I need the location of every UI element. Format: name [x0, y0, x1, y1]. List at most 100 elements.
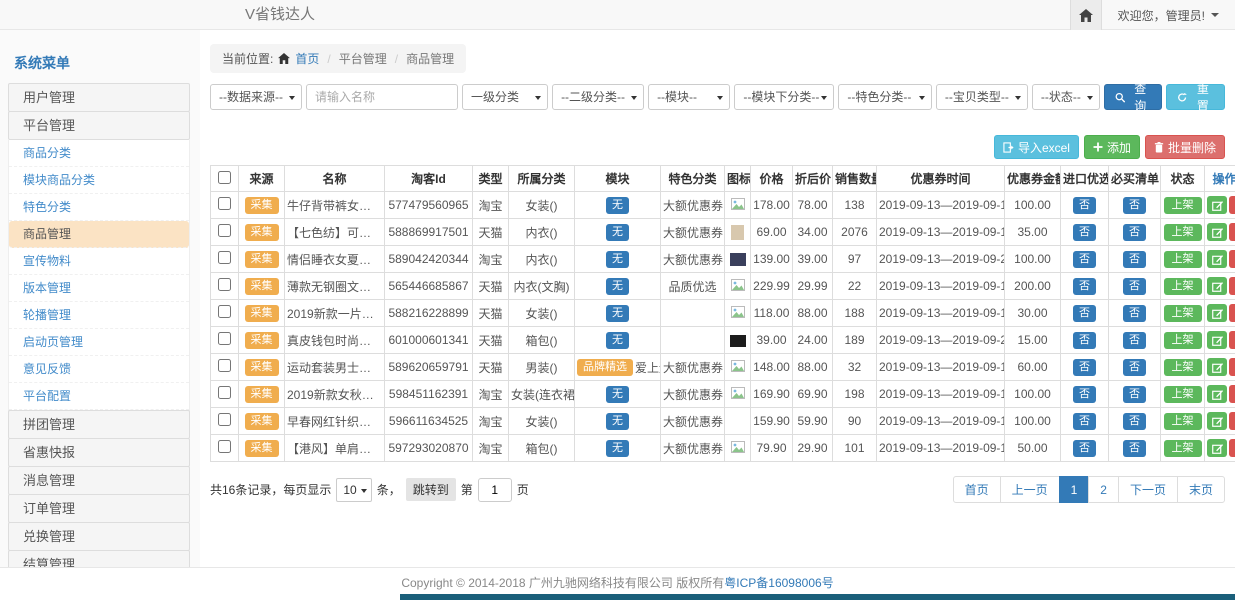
sidebar-group-订单管理[interactable]: 订单管理 [8, 494, 190, 523]
edit-button[interactable] [1207, 196, 1227, 214]
reset-button[interactable]: 重置 [1166, 84, 1225, 110]
row-checkbox[interactable] [218, 197, 231, 210]
jump-to-button[interactable]: 跳转到 [406, 478, 456, 501]
import-select-toggle[interactable]: 否 [1073, 359, 1096, 376]
must-buy-toggle[interactable]: 否 [1123, 359, 1146, 376]
sidebar-item-版本管理[interactable]: 版本管理 [9, 275, 189, 302]
sidebar-item-启动页管理[interactable]: 启动页管理 [9, 329, 189, 356]
delete-button[interactable] [1229, 223, 1235, 241]
import-select-toggle[interactable]: 否 [1073, 224, 1096, 241]
delete-button[interactable] [1229, 439, 1235, 457]
sidebar-item-意见反馈[interactable]: 意见反馈 [9, 356, 189, 383]
sidebar-group-拼团管理[interactable]: 拼团管理 [8, 410, 190, 439]
edit-button[interactable] [1207, 439, 1227, 457]
page-button-末页[interactable]: 末页 [1177, 476, 1225, 503]
import-select-toggle[interactable]: 否 [1073, 278, 1096, 295]
must-buy-toggle[interactable]: 否 [1123, 413, 1146, 430]
delete-button[interactable] [1229, 412, 1235, 430]
level1-category-select[interactable]: 一级分类 [462, 84, 548, 110]
sidebar-group-省惠快报[interactable]: 省惠快报 [8, 438, 190, 467]
import-select-toggle[interactable]: 否 [1073, 305, 1096, 322]
breadcrumb-home-link[interactable]: 首页 [295, 50, 319, 67]
import-select-toggle[interactable]: 否 [1073, 197, 1096, 214]
status-select[interactable]: --状态-- [1032, 84, 1100, 110]
level2-category-select[interactable]: --二级分类-- [552, 84, 644, 110]
must-buy-toggle[interactable]: 否 [1123, 197, 1146, 214]
edit-button[interactable] [1207, 331, 1227, 349]
status-toggle[interactable]: 上架 [1164, 332, 1202, 349]
batch-delete-button[interactable]: 批量删除 [1145, 135, 1225, 159]
status-toggle[interactable]: 上架 [1164, 278, 1202, 295]
must-buy-toggle[interactable]: 否 [1123, 332, 1146, 349]
user-menu[interactable]: 欢迎您，管理员! [1102, 0, 1235, 30]
must-buy-toggle[interactable]: 否 [1123, 278, 1146, 295]
page-button-2[interactable]: 2 [1088, 476, 1119, 503]
row-checkbox[interactable] [218, 224, 231, 237]
per-page-select[interactable]: 10 [336, 478, 371, 502]
import-select-toggle[interactable]: 否 [1073, 332, 1096, 349]
status-toggle[interactable]: 上架 [1164, 386, 1202, 403]
module-sub-category-select[interactable]: --模块下分类-- [734, 84, 834, 110]
sidebar-group-兑换管理[interactable]: 兑换管理 [8, 522, 190, 551]
must-buy-toggle[interactable]: 否 [1123, 386, 1146, 403]
feature-category-select[interactable]: --特色分类-- [838, 84, 932, 110]
edit-button[interactable] [1207, 412, 1227, 430]
delete-button[interactable] [1229, 277, 1235, 295]
row-checkbox[interactable] [218, 386, 231, 399]
row-checkbox[interactable] [218, 413, 231, 426]
import-excel-button[interactable]: 导入excel [994, 135, 1079, 159]
page-button-下一页[interactable]: 下一页 [1118, 476, 1178, 503]
icp-link[interactable]: 粤ICP备16098006号 [724, 576, 833, 590]
must-buy-toggle[interactable]: 否 [1123, 440, 1146, 457]
sidebar-item-轮播管理[interactable]: 轮播管理 [9, 302, 189, 329]
import-select-toggle[interactable]: 否 [1073, 251, 1096, 268]
edit-button[interactable] [1207, 304, 1227, 322]
status-toggle[interactable]: 上架 [1164, 305, 1202, 322]
import-select-toggle[interactable]: 否 [1073, 413, 1096, 430]
select-all-checkbox[interactable] [218, 171, 231, 184]
sidebar-item-平台配置[interactable]: 平台配置 [9, 383, 189, 410]
row-checkbox[interactable] [218, 305, 231, 318]
page-button-上一页[interactable]: 上一页 [1000, 476, 1060, 503]
module-select[interactable]: --模块-- [648, 84, 730, 110]
status-toggle[interactable]: 上架 [1164, 413, 1202, 430]
sidebar-item-商品分类[interactable]: 商品分类 [9, 140, 189, 167]
sidebar-item-宣传物料[interactable]: 宣传物料 [9, 248, 189, 275]
delete-button[interactable] [1229, 250, 1235, 268]
delete-button[interactable] [1229, 358, 1235, 376]
sidebar-item-商品管理[interactable]: 商品管理 [9, 221, 189, 248]
status-toggle[interactable]: 上架 [1164, 224, 1202, 241]
delete-button[interactable] [1229, 331, 1235, 349]
delete-button[interactable] [1229, 385, 1235, 403]
import-select-toggle[interactable]: 否 [1073, 386, 1096, 403]
page-button-首页[interactable]: 首页 [953, 476, 1001, 503]
add-button[interactable]: 添加 [1084, 135, 1140, 159]
page-button-1[interactable]: 1 [1059, 476, 1090, 503]
must-buy-toggle[interactable]: 否 [1123, 251, 1146, 268]
status-toggle[interactable]: 上架 [1164, 251, 1202, 268]
row-checkbox[interactable] [218, 278, 231, 291]
sidebar-item-模块商品分类[interactable]: 模块商品分类 [9, 167, 189, 194]
delete-button[interactable] [1229, 196, 1235, 214]
row-checkbox[interactable] [218, 332, 231, 345]
import-select-toggle[interactable]: 否 [1073, 440, 1096, 457]
delete-button[interactable] [1229, 304, 1235, 322]
edit-button[interactable] [1207, 223, 1227, 241]
status-toggle[interactable]: 上架 [1164, 359, 1202, 376]
edit-button[interactable] [1207, 385, 1227, 403]
home-button[interactable] [1070, 0, 1102, 30]
data-source-select[interactable]: --数据来源-- [210, 84, 302, 110]
edit-button[interactable] [1207, 250, 1227, 268]
status-toggle[interactable]: 上架 [1164, 197, 1202, 214]
row-checkbox[interactable] [218, 440, 231, 453]
item-type-select[interactable]: --宝贝类型-- [936, 84, 1028, 110]
page-number-input[interactable] [478, 478, 512, 502]
sidebar-group-消息管理[interactable]: 消息管理 [8, 466, 190, 495]
sidebar-group-平台管理[interactable]: 平台管理 [8, 111, 190, 140]
row-checkbox[interactable] [218, 359, 231, 372]
name-search-input[interactable] [306, 84, 458, 110]
sidebar-group-用户管理[interactable]: 用户管理 [8, 83, 190, 112]
edit-button[interactable] [1207, 277, 1227, 295]
edit-button[interactable] [1207, 358, 1227, 376]
must-buy-toggle[interactable]: 否 [1123, 305, 1146, 322]
